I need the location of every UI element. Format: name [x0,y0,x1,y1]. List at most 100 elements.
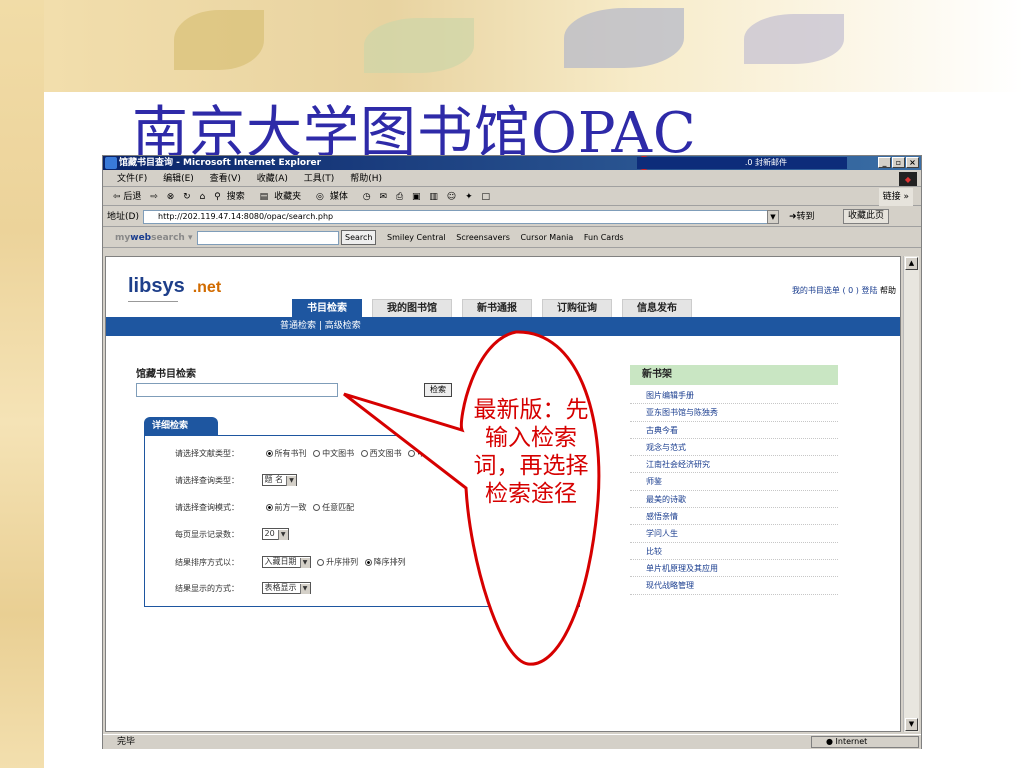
doc-type-all: 所有书刊 [274,449,307,458]
sort-select[interactable]: 入藏日期 ▼ [261,556,311,568]
tab-order-request[interactable]: 订购征询 [542,299,612,317]
tab-announcements[interactable]: 信息发布 [622,299,692,317]
radio-asc[interactable] [317,558,325,566]
detail-search-tab[interactable]: 详细检索 [144,417,218,435]
print-icon[interactable]: ⎙ [396,192,403,202]
radio-prefix[interactable] [265,504,273,511]
websearch-brand[interactable]: mywebsearch ▾ [115,233,193,243]
radio-cn-books[interactable] [313,450,321,457]
list-item[interactable]: 江南社会经济研究 [630,456,838,474]
edit-icon[interactable]: ▣ [412,192,421,202]
help-link[interactable]: 帮助 [880,286,896,295]
favorites-label: 收藏夹 [274,192,302,202]
discuss-icon[interactable]: ▥ [429,192,438,202]
websearch-link-screensavers[interactable]: Screensavers [456,233,510,242]
security-zone: ● Internet [811,736,919,748]
menu-help[interactable]: 帮助(H) [350,174,382,184]
login-link[interactable]: 登陆 [861,286,877,295]
mode-any: 任意匹配 [322,503,355,512]
my-list-link[interactable]: 我的书目选单 ( 0 ) [792,286,859,295]
links-button[interactable]: 链接 » [878,188,913,206]
list-item[interactable]: 师鉴 [630,473,838,491]
list-item[interactable]: 古典今看 [630,422,838,439]
websearch-button[interactable]: Search [341,230,377,245]
display-row: 结果显示的方式： 表格显示 ▼ [175,582,311,594]
libsys-logo: libsys .net [128,275,221,298]
window-controls: _ ▫ × [878,157,919,168]
list-item[interactable]: 图片编辑手册 [630,387,838,405]
list-item[interactable]: 感悟亲情 [630,508,838,526]
tab-catalog-search[interactable]: 书目检索 [292,299,362,317]
slide-top-decoration [44,0,1024,92]
bookmark-page-button[interactable]: 收藏此页 [843,209,890,224]
mail-notice[interactable]: .0 封新邮件 [637,157,847,169]
refresh-icon[interactable]: ↻ [183,192,191,202]
callout-text: 最新版：先输入检索词，再选择检索途径 [473,397,589,507]
logo-main: libsys [128,275,185,297]
window-title: 馆藏书目查询 - Microsoft Internet Explorer [119,158,322,168]
menu-edit[interactable]: 编辑(E) [163,174,194,184]
tab-my-library[interactable]: 我的图书馆 [372,299,452,317]
radio-desc[interactable] [364,558,372,566]
per-page-label: 每页显示记录数： [175,529,239,539]
search-button[interactable]: ⚲ 搜索 [214,192,251,202]
radio-all[interactable] [265,450,273,457]
tab-new-books[interactable]: 新书通报 [462,299,532,317]
doc-type-cn-journals: 中文期刊 [417,449,450,458]
websearch-link-cursor-mania[interactable]: Cursor Mania [520,233,573,242]
addon-icon[interactable]: ✦ [465,192,473,202]
radio-west-journals[interactable] [455,450,463,457]
history-icon[interactable]: ◷ [363,192,371,202]
stop-icon[interactable]: ⊗ [167,192,175,202]
list-item[interactable]: 比较 [630,543,838,560]
search-label: 搜索 [226,192,245,202]
messenger-icon[interactable]: ☺ [447,192,456,202]
list-item[interactable]: 亚东图书馆与陈独秀 [630,404,838,422]
menu-tools[interactable]: 工具(T) [304,174,335,184]
mail-icon[interactable]: ✉ [380,192,388,202]
menu-file[interactable]: 文件(F) [117,174,147,184]
query-type-row: 请选择查询类型： 题 名 ▼ [175,474,298,486]
display-select[interactable]: 表格显示 ▼ [261,582,311,594]
menu-favorites[interactable]: 收藏(A) [257,174,288,184]
list-item[interactable]: 最美的诗歌 [630,491,838,509]
go-button[interactable]: ➜转到 [789,207,815,227]
new-books-list: 图片编辑手册 亚东图书馆与陈独秀 古典今看 观念与范式 江南社会经济研究 师鉴 … [630,387,838,595]
mode-row: 请选择查询模式： 前方一致 任意匹配 [175,502,354,513]
scroll-up-icon[interactable]: ▲ [905,257,918,270]
home-icon[interactable]: ⌂ [200,192,206,202]
media-button[interactable]: ◎ 媒体 [316,192,354,202]
back-button[interactable]: ⇦ 后退 [113,192,141,202]
per-page-select[interactable]: 20 ▼ [261,528,289,540]
subnav-bar[interactable]: 普通检索 | 高级检索 [106,317,900,336]
address-dropdown-icon[interactable]: ▼ [767,210,779,224]
search-submit-button[interactable]: 检索 [424,383,452,397]
list-item[interactable]: 单片机原理及其应用 [630,560,838,578]
search-icon: ⚲ [214,192,221,202]
per-page-value: 20 [264,529,275,538]
radio-cn-journals[interactable] [408,450,416,457]
websearch-link-smiley[interactable]: Smiley Central [387,233,446,242]
window-icon[interactable]: □ [481,192,490,202]
scroll-down-icon[interactable]: ▼ [905,718,918,731]
menu-view[interactable]: 查看(V) [210,174,241,184]
vertical-scrollbar[interactable]: ▲ ▼ [903,256,919,732]
list-item[interactable]: 现代战略管理 [630,577,838,595]
close-button[interactable]: × [906,157,919,168]
search-input[interactable] [136,383,338,397]
websearch-link-fun-cards[interactable]: Fun Cards [584,233,624,242]
media-label: 媒体 [329,192,348,202]
list-item[interactable]: 学问人生 [630,525,838,543]
websearch-input[interactable] [197,231,339,245]
query-type-select[interactable]: 题 名 ▼ [261,474,298,486]
forward-button[interactable]: ⇨ [150,192,158,202]
sort-label: 结果排序方式以： [175,557,239,567]
favorites-button[interactable]: ▤ 收藏夹 [260,192,308,202]
minimize-button[interactable]: _ [878,157,891,168]
radio-west-books[interactable] [360,450,368,457]
list-item[interactable]: 观念与范式 [630,439,838,457]
maximize-button[interactable]: ▫ [892,157,905,168]
address-input[interactable]: http://202.119.47.14:8080/opac/search.ph… [143,210,779,224]
radio-any[interactable] [313,504,321,511]
logo-underline [128,301,178,302]
